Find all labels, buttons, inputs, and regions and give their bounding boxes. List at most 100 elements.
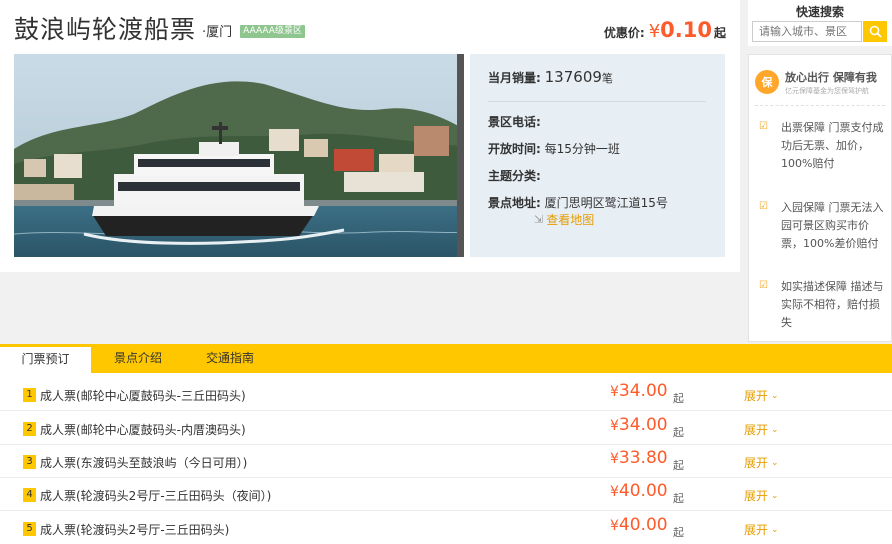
ticket-price-suffix: 起: [673, 492, 684, 505]
ticket-row: 5 成人票(轮渡码头2号厅-三丘田码头) ¥40.00 起 展开 ⌄: [0, 511, 892, 544]
guarantee-item: ☑ 如实描述保障 描述与实际不相符，赔付损失: [759, 278, 887, 332]
chevron-down-icon: ⌄: [771, 457, 779, 468]
page-title: 鼓浪屿轮渡船票: [14, 15, 197, 44]
ticket-currency: ¥: [610, 418, 619, 434]
ticket-currency: ¥: [610, 384, 619, 400]
tab-ticket-booking[interactable]: 门票预订: [0, 347, 91, 373]
ticket-price-value: 40.00: [618, 481, 668, 501]
ticket-index: 3: [23, 455, 36, 469]
ticket-price-suffix: 起: [673, 426, 684, 439]
hours-label: 开放时间:: [488, 142, 541, 156]
guarantee-panel: 保 放心出行 保障有我 亿元保障基金为您保驾护航 ☑ 出票保障 门票支付成功后无…: [748, 54, 892, 342]
ferry-photo: [14, 54, 464, 257]
search-button[interactable]: [863, 21, 887, 42]
guarantee-subtitle: 亿元保障基金为您保驾护航: [785, 86, 869, 95]
page: 鼓浪屿轮渡船票 ·厦门 AAAAA级景区 优惠价: ¥ 0.10 起 当月销量:…: [0, 0, 892, 544]
price-currency: ¥: [648, 21, 661, 42]
grade-badge: AAAAA级景区: [240, 25, 305, 38]
ticket-price: ¥33.80: [610, 448, 668, 468]
expand-button[interactable]: 展开 ⌄: [744, 521, 779, 538]
tab-bar: 门票预订 景点介绍 交通指南: [0, 344, 892, 373]
ticket-index: 2: [23, 422, 36, 436]
sales-label: 当月销量:: [488, 71, 541, 85]
city-label: ·厦门: [202, 25, 233, 40]
photo-scrollbar[interactable]: [457, 54, 464, 257]
category-row: 主题分类:: [488, 167, 541, 184]
view-map-link[interactable]: ⇲ 查看地图: [534, 211, 594, 228]
ticket-index: 4: [23, 488, 36, 502]
ferry-photo-illustration: [14, 54, 464, 257]
ticket-name[interactable]: 成人票(轮渡码头2号厅-三丘田码头): [40, 521, 229, 538]
expand-button[interactable]: 展开 ⌄: [744, 454, 779, 471]
expand-label: 展开: [744, 523, 769, 537]
sales-value: 137609: [544, 68, 602, 86]
price-label: 优惠价:: [603, 26, 645, 40]
tab-attraction-intro[interactable]: 景点介绍: [100, 344, 176, 373]
phone-label: 景区电话:: [488, 115, 541, 129]
check-icon: ☑: [759, 280, 768, 291]
chevron-down-icon: ⌄: [771, 490, 779, 501]
expand-label: 展开: [744, 489, 769, 503]
ticket-price-suffix: 起: [673, 459, 684, 472]
ticket-name[interactable]: 成人票(东渡码头至鼓浪屿（今日可用）): [40, 454, 247, 471]
product-card: 鼓浪屿轮渡船票 ·厦门 AAAAA级景区 优惠价: ¥ 0.10 起 当月销量:…: [0, 0, 740, 272]
tab-transport-guide[interactable]: 交通指南: [192, 344, 268, 373]
ticket-price-value: 34.00: [618, 415, 668, 435]
expand-label: 展开: [744, 389, 769, 403]
ticket-currency: ¥: [610, 451, 619, 467]
price-value: 0.10: [660, 18, 712, 42]
ticket-name[interactable]: 成人票(邮轮中心厦鼓码头-内厝澳码头): [40, 421, 246, 438]
sales-unit: 笔: [601, 72, 613, 85]
guarantee-title: 放心出行 保障有我: [785, 70, 877, 84]
hours-row: 开放时间: 每15分钟一班: [488, 140, 620, 157]
hours-value: 每15分钟一班: [544, 142, 620, 156]
search-icon: [869, 25, 882, 38]
expand-button[interactable]: 展开 ⌄: [744, 487, 779, 504]
address-value: 厦门思明区鹭江道15号: [544, 196, 668, 210]
ticket-row: 4 成人票(轮渡码头2号厅-三丘田码头（夜间）) ¥40.00 起 展开 ⌄: [0, 477, 892, 511]
ticket-price-value: 40.00: [618, 515, 668, 535]
expand-label: 展开: [744, 456, 769, 470]
ticket-price-value: 33.80: [618, 448, 668, 468]
price-summary: 优惠价: ¥ 0.10 起: [604, 18, 726, 42]
address-label: 景点地址:: [488, 196, 541, 210]
ticket-list: 1 成人票(邮轮中心厦鼓码头-三丘田码头) ¥34.00 起 展开 ⌄ 2 成人票…: [0, 373, 892, 544]
search-title: 快速搜索: [795, 5, 844, 19]
info-divider: [488, 101, 706, 102]
ticket-price-suffix: 起: [673, 392, 684, 405]
search-input[interactable]: [752, 21, 862, 42]
title-row: 鼓浪屿轮渡船票 ·厦门 AAAAA级景区: [14, 10, 305, 46]
ticket-index: 5: [23, 522, 36, 536]
chevron-down-icon: ⌄: [771, 424, 779, 435]
ticket-row: 1 成人票(邮轮中心厦鼓码头-三丘田码头) ¥34.00 起 展开 ⌄: [0, 377, 892, 411]
expand-button[interactable]: 展开 ⌄: [744, 387, 779, 404]
guarantee-item: ☑ 出票保障 门票支付成功后无票、加价，100%赔付: [759, 119, 887, 173]
ticket-name[interactable]: 成人票(邮轮中心厦鼓码头-三丘田码头): [40, 387, 246, 404]
view-map-label: 查看地图: [546, 213, 595, 227]
chevron-down-icon: ⌄: [771, 524, 779, 535]
check-icon: ☑: [759, 121, 768, 132]
guarantee-divider: [755, 105, 885, 106]
guarantee-title-block: 放心出行 保障有我 亿元保障基金为您保驾护航: [785, 69, 877, 96]
ticket-currency: ¥: [610, 518, 619, 534]
guarantee-item-text: 入园保障 门票无法入园可景区购买市价票，100%差价赔付: [781, 201, 884, 250]
ticket-price: ¥34.00: [610, 381, 668, 401]
expand-button[interactable]: 展开 ⌄: [744, 421, 779, 438]
ticket-currency: ¥: [610, 484, 619, 500]
sales-row: 当月销量: 137609笔: [488, 68, 613, 86]
expand-label: 展开: [744, 423, 769, 437]
category-label: 主题分类:: [488, 169, 541, 183]
ticket-row: 2 成人票(邮轮中心厦鼓码头-内厝澳码头) ¥34.00 起 展开 ⌄: [0, 411, 892, 445]
ticket-name[interactable]: 成人票(轮渡码头2号厅-三丘田码头（夜间）): [40, 487, 271, 504]
ticket-price-value: 34.00: [618, 381, 668, 401]
price-suffix: 起: [713, 26, 726, 40]
ticket-price: ¥40.00: [610, 481, 668, 501]
phone-row: 景区电话:: [488, 113, 541, 130]
ticket-row: 3 成人票(东渡码头至鼓浪屿（今日可用）) ¥33.80 起 展开 ⌄: [0, 444, 892, 478]
chevron-down-icon: ⌄: [771, 390, 779, 401]
ticket-price: ¥34.00: [610, 415, 668, 435]
info-panel: 当月销量: 137609笔 景区电话: 开放时间: 每15分钟一班 主题分类: …: [470, 54, 725, 257]
ticket-price: ¥40.00: [610, 515, 668, 535]
map-pin-icon: ⇲: [534, 213, 544, 226]
shield-logo-icon: 保: [755, 70, 779, 94]
